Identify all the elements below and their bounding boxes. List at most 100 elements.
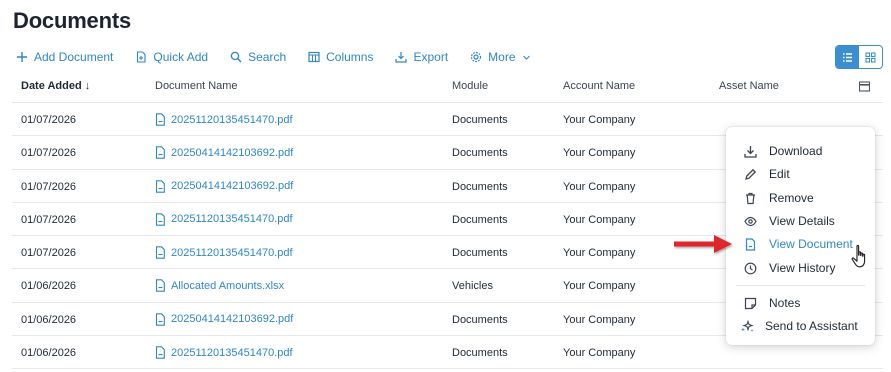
list-icon bbox=[843, 52, 852, 62]
menu-item-notes[interactable]: Notes bbox=[744, 296, 800, 310]
module-cell: Documents bbox=[452, 180, 508, 193]
more-button[interactable]: More bbox=[470, 50, 530, 64]
column-header-document-name[interactable]: Document Name bbox=[155, 80, 238, 92]
columns-button[interactable]: Columns bbox=[308, 50, 373, 64]
quick-add-button[interactable]: Quick Add bbox=[135, 50, 208, 64]
menu-item-label: Edit bbox=[769, 167, 790, 181]
clock-icon bbox=[744, 262, 757, 274]
account-name-cell: Your Company bbox=[563, 347, 636, 360]
account-name-cell: Your Company bbox=[563, 114, 636, 126]
menu-item-view-history[interactable]: View History bbox=[744, 261, 835, 275]
document-file-icon bbox=[155, 346, 165, 359]
column-settings-icon[interactable] bbox=[859, 81, 870, 92]
columns-label: Columns bbox=[326, 50, 374, 64]
search-icon bbox=[230, 51, 242, 63]
module-cell: Documents bbox=[452, 313, 508, 326]
menu-item-label: Notes bbox=[769, 296, 801, 310]
document-name: 20251120135451470.pdf bbox=[171, 213, 293, 226]
columns-icon bbox=[308, 51, 320, 63]
grid-view-button[interactable] bbox=[859, 46, 882, 68]
toolbar: Add Document Quick Add Search Columns Ex… bbox=[16, 48, 553, 66]
account-name-cell: Your Company bbox=[563, 180, 636, 193]
menu-item-edit[interactable]: Edit bbox=[744, 167, 790, 181]
menu-item-view-details[interactable]: View Details bbox=[744, 214, 835, 228]
document-link[interactable]: Allocated Amounts.xlsx bbox=[155, 279, 285, 293]
search-button[interactable]: Search bbox=[230, 50, 286, 64]
column-header-asset-name[interactable]: Asset Name bbox=[719, 80, 779, 92]
sort-arrow-down-icon: ↓ bbox=[84, 80, 91, 92]
document-file-icon bbox=[155, 313, 165, 326]
date-added-cell: 01/06/2026 bbox=[21, 313, 77, 326]
document-name: 20251120135451470.pdf bbox=[171, 246, 293, 259]
menu-item-label: Remove bbox=[769, 191, 814, 205]
document-link[interactable]: 20250414142103692.pdf bbox=[155, 179, 294, 193]
hand-pointer-icon bbox=[851, 244, 866, 268]
module-cell: Documents bbox=[452, 247, 508, 260]
sparkle-icon bbox=[741, 319, 754, 332]
date-added-cell: 01/07/2026 bbox=[21, 247, 77, 260]
document-file-icon bbox=[155, 279, 165, 293]
module-cell: Documents bbox=[452, 114, 508, 126]
add-document-label: Add Document bbox=[34, 50, 114, 64]
document-link[interactable]: 20251120135451470.pdf bbox=[155, 213, 293, 226]
module-cell: Documents bbox=[452, 213, 508, 226]
export-button[interactable]: Export bbox=[395, 50, 448, 64]
menu-item-label: View History bbox=[769, 261, 836, 275]
trash-icon bbox=[746, 192, 755, 204]
date-added-cell: 01/07/2026 bbox=[21, 180, 77, 193]
document-icon bbox=[745, 237, 756, 251]
document-file-icon bbox=[155, 246, 165, 259]
document-link[interactable]: 20251120135451470.pdf bbox=[155, 113, 293, 126]
date-added-cell: 01/07/2026 bbox=[21, 114, 77, 126]
menu-item-download[interactable]: Download bbox=[744, 144, 822, 158]
document-add-icon bbox=[137, 51, 146, 63]
document-link[interactable]: 20251120135451470.pdf bbox=[155, 346, 293, 359]
date-added-cell: 01/07/2026 bbox=[21, 213, 77, 226]
module-cell: Documents bbox=[452, 347, 508, 360]
column-header-module[interactable]: Module bbox=[452, 80, 488, 92]
date-added-cell: 01/06/2026 bbox=[21, 347, 77, 360]
plus-icon bbox=[17, 52, 27, 62]
menu-item-label: Send to Assistant bbox=[765, 319, 858, 333]
column-header-account-name[interactable]: Account Name bbox=[563, 80, 635, 92]
menu-divider bbox=[736, 285, 865, 286]
menu-item-label: View Details bbox=[769, 214, 835, 228]
export-label: Export bbox=[413, 50, 449, 64]
download-icon bbox=[744, 145, 757, 158]
menu-item-remove[interactable]: Remove bbox=[744, 191, 814, 205]
account-name-cell: Your Company bbox=[563, 147, 636, 160]
date-added-header-label: Date Added bbox=[21, 80, 82, 92]
document-name: 20251120135451470.pdf bbox=[171, 346, 293, 359]
row-context-menu: Download Edit Remove View Details View D… bbox=[726, 127, 875, 345]
document-name: 20251120135451470.pdf bbox=[171, 113, 293, 126]
document-link[interactable]: 20250414142103692.pdf bbox=[155, 313, 293, 326]
grid-icon bbox=[865, 51, 876, 63]
document-file-icon bbox=[155, 213, 165, 226]
menu-item-label: View Document bbox=[769, 237, 853, 251]
note-icon bbox=[744, 297, 757, 309]
document-name: Allocated Amounts.xlsx bbox=[171, 279, 285, 292]
add-document-button[interactable]: Add Document bbox=[16, 50, 113, 64]
date-added-cell: 01/07/2026 bbox=[21, 147, 77, 160]
document-link[interactable]: 20250414142103692.pdf bbox=[155, 146, 293, 160]
menu-item-send-to-assistant[interactable]: Send to Assistant bbox=[740, 319, 858, 333]
document-file-icon bbox=[155, 113, 165, 126]
menu-item-view-document[interactable]: View Document bbox=[744, 237, 853, 251]
more-label: More bbox=[488, 50, 516, 64]
account-name-cell: Your Company bbox=[563, 280, 636, 293]
document-file-icon bbox=[155, 146, 165, 160]
list-view-button[interactable] bbox=[836, 46, 859, 68]
account-name-cell: Your Company bbox=[563, 247, 636, 260]
module-cell: Documents bbox=[452, 147, 508, 160]
document-name: 20250414142103692.pdf bbox=[171, 180, 294, 193]
document-name: 20250414142103692.pdf bbox=[171, 313, 294, 326]
annotation-arrow-icon bbox=[674, 235, 732, 253]
column-header-date-added[interactable]: Date Added ↓ bbox=[21, 80, 90, 92]
quick-add-label: Quick Add bbox=[153, 50, 209, 64]
module-cell: Vehicles bbox=[452, 280, 493, 293]
view-toggle bbox=[835, 45, 883, 69]
document-link[interactable]: 20251120135451470.pdf bbox=[155, 246, 293, 259]
pencil-icon bbox=[745, 168, 757, 180]
search-label: Search bbox=[248, 50, 287, 64]
page-title: Documents bbox=[13, 8, 131, 33]
